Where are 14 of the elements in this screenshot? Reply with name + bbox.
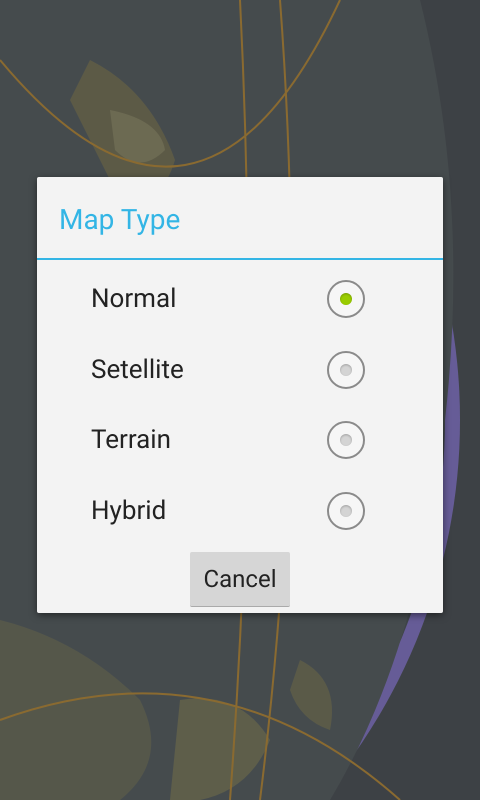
radio-option[interactable]: Hybrid [37, 476, 443, 546]
dialog-title: Map Type [37, 177, 443, 260]
option-label: Terrain [91, 425, 171, 456]
radio-option[interactable]: Normal [37, 264, 443, 334]
radio-button[interactable] [327, 280, 365, 318]
option-label: Hybrid [91, 496, 166, 526]
option-label: Setellite [91, 354, 184, 385]
radio-button[interactable] [327, 492, 365, 530]
radio-button[interactable] [327, 350, 365, 389]
option-label: Normal [91, 284, 176, 314]
cancel-button[interactable]: Cancel [190, 552, 290, 607]
radio-option[interactable]: Terrain [37, 405, 443, 476]
radio-option[interactable]: Setellite [37, 334, 443, 405]
radio-button[interactable] [327, 421, 365, 460]
